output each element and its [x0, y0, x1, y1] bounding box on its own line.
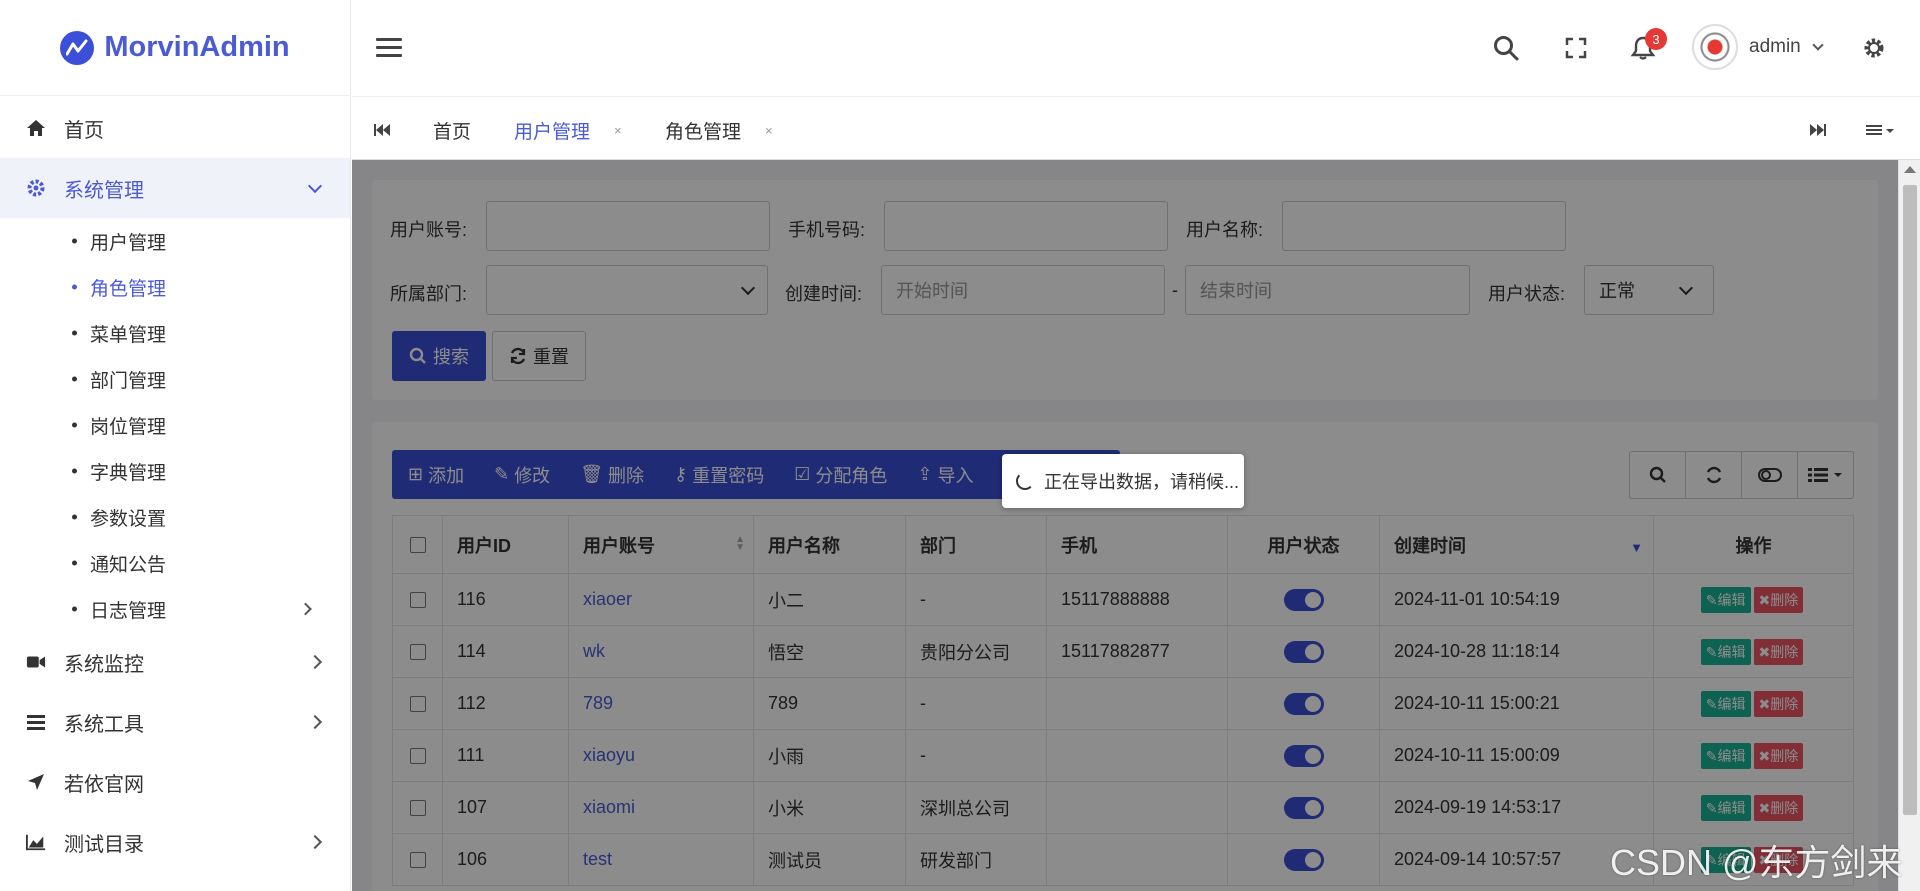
- sidebar-item-label: 系统监控: [64, 653, 144, 676]
- chevron-right-icon: [299, 602, 312, 616]
- tabs-last-icon[interactable]: [1810, 121, 1826, 143]
- chevron-right-icon: [307, 714, 323, 730]
- bars-icon: [26, 712, 46, 732]
- sidebar-sub-dict[interactable]: 字典管理: [0, 448, 350, 494]
- area-chart-icon: [26, 832, 46, 852]
- loading-toast: 正在导出数据，请稍候...: [1002, 454, 1244, 508]
- chevron-right-icon: [307, 654, 323, 670]
- send-icon: [26, 772, 46, 792]
- settings-gear-icon[interactable]: [1858, 32, 1890, 64]
- sidebar-sub-log[interactable]: 日志管理: [0, 586, 350, 632]
- avatar[interactable]: [1692, 24, 1738, 70]
- sidebar-sub-config[interactable]: 参数设置: [0, 494, 350, 540]
- sidebar-item-test[interactable]: 测试目录: [0, 812, 350, 872]
- bell-icon[interactable]: 3: [1627, 28, 1667, 64]
- sidebar-item-system[interactable]: 系统管理: [0, 158, 350, 218]
- sidebar: MorvinAdmin 首页 系统管理 用户管理 角色管理 菜单管理 部门管理 …: [0, 0, 351, 891]
- tabs-first-icon[interactable]: [374, 121, 390, 143]
- scroll-thumb[interactable]: [1903, 185, 1917, 815]
- brand[interactable]: MorvinAdmin: [0, 0, 350, 96]
- sidebar-item-monitor[interactable]: 系统监控: [0, 632, 350, 692]
- sidebar-item-label: 系统工具: [64, 713, 144, 736]
- tab-role-management[interactable]: 角色管理: [665, 117, 741, 144]
- sidebar-sub-label: 日志管理: [90, 600, 167, 622]
- sidebar-sub-role[interactable]: 角色管理: [0, 264, 350, 310]
- spinner-icon: [1016, 472, 1034, 490]
- user-name[interactable]: admin: [1749, 36, 1801, 58]
- gear-icon: [26, 178, 46, 198]
- home-icon: [26, 118, 46, 138]
- sidebar-item-tools[interactable]: 系统工具: [0, 692, 350, 752]
- tab-close-icon[interactable]: ×: [614, 123, 622, 138]
- sidebar-item-label: 若依官网: [64, 773, 144, 796]
- tabs-bar: 首页 用户管理 × 角色管理 ×: [352, 97, 1920, 160]
- sidebar-sub-post[interactable]: 岗位管理: [0, 402, 350, 448]
- tab-close-icon[interactable]: ×: [765, 123, 773, 138]
- loading-overlay: [352, 160, 1898, 891]
- brand-logo-icon: [60, 30, 95, 65]
- tab-home[interactable]: 首页: [433, 117, 471, 144]
- video-icon: [26, 652, 46, 672]
- sidebar-item-label: 测试目录: [64, 833, 144, 856]
- sidebar-item-label: 首页: [64, 119, 104, 142]
- scroll-up-arrow-icon[interactable]: [1904, 166, 1916, 173]
- chevron-right-icon: [307, 834, 323, 850]
- tabs-options-icon[interactable]: [1866, 121, 1896, 143]
- chevron-down-icon: [307, 178, 323, 194]
- sidebar-item-website[interactable]: 若依官网: [0, 752, 350, 812]
- sidebar-sub-menu[interactable]: 菜单管理: [0, 310, 350, 356]
- search-icon[interactable]: [1490, 32, 1522, 64]
- sidebar-item-label: 系统管理: [64, 179, 144, 202]
- sidebar-sub-user[interactable]: 用户管理: [0, 218, 350, 264]
- notification-badge: 3: [1645, 28, 1667, 50]
- app: MorvinAdmin 首页 系统管理 用户管理 角色管理 菜单管理 部门管理 …: [0, 0, 1920, 891]
- loading-text: 正在导出数据，请稍候...: [1044, 472, 1240, 492]
- hamburger-menu-icon[interactable]: [376, 38, 402, 58]
- watermark: CSDN @东方剑来: [1610, 842, 1903, 883]
- brand-name: MorvinAdmin: [104, 31, 290, 63]
- fullscreen-icon[interactable]: [1560, 32, 1592, 64]
- top-header: 3 admin: [352, 0, 1920, 97]
- chevron-down-icon[interactable]: [1812, 39, 1824, 51]
- sidebar-sub-dept[interactable]: 部门管理: [0, 356, 350, 402]
- scrollbar[interactable]: [1898, 160, 1920, 891]
- tab-user-management[interactable]: 用户管理: [514, 117, 590, 144]
- sidebar-item-home[interactable]: 首页: [0, 98, 350, 158]
- sidebar-sub-notice[interactable]: 通知公告: [0, 540, 350, 586]
